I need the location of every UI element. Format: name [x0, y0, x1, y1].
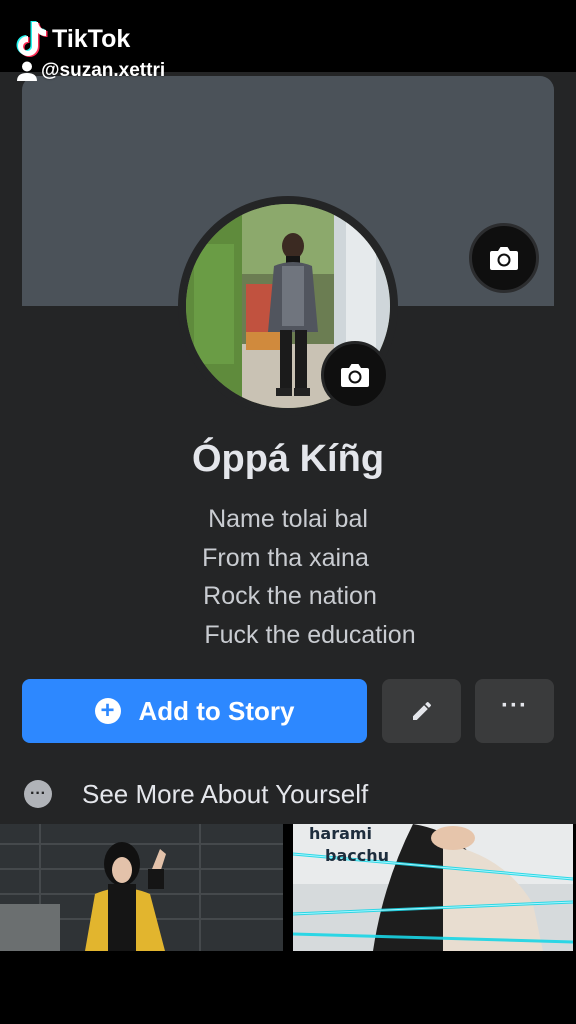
tiktok-note-icon: [16, 21, 48, 57]
featured-photo-left[interactable]: [0, 824, 283, 951]
user-icon: [17, 61, 37, 81]
photo-caption: harami: [309, 824, 373, 843]
add-to-story-label: Add to Story: [138, 695, 295, 726]
bio-line: Name tolai bal: [208, 505, 368, 533]
profile-bio: Name tolai bal From tha xaina Rock the n…: [0, 500, 576, 654]
bio-line: Rock the nation: [203, 582, 377, 610]
tiktok-watermark: TikTok: [14, 20, 130, 58]
featured-photo-image: [293, 824, 573, 951]
more-options-button[interactable]: ···: [475, 679, 554, 743]
plus-circle-icon: +: [94, 698, 121, 724]
camera-icon: [490, 247, 518, 270]
bio-line: From tha xaina: [202, 543, 369, 572]
bio-line: Fuck the education: [204, 620, 416, 649]
tiktok-username: @suzan.xettri: [41, 60, 166, 81]
more-dots-icon: ···: [501, 692, 528, 719]
tiktok-handle: @suzan.xettri: [16, 60, 165, 82]
featured-photo-right[interactable]: harami bacchu: [293, 824, 573, 951]
tiktok-wordmark: TikTok: [52, 24, 131, 53]
camera-icon: [341, 364, 369, 387]
cover-camera-button[interactable]: [469, 223, 539, 293]
edit-profile-button[interactable]: [382, 679, 461, 743]
featured-photo-image: [0, 824, 283, 951]
avatar-camera-button[interactable]: [321, 341, 389, 409]
pencil-icon: [412, 701, 431, 720]
profile-name: Óppá Kíñg: [191, 438, 385, 480]
screen: Óppá Kíñg Name tolai bal From tha xaina …: [0, 0, 576, 1024]
add-to-story-button[interactable]: + Add to Story: [22, 679, 367, 743]
see-more-about-row[interactable]: ··· See More About Yourself: [24, 776, 368, 812]
photo-caption: bacchu: [325, 846, 389, 865]
ellipsis-circle-icon: ···: [24, 780, 52, 808]
see-more-label: See More About Yourself: [82, 778, 369, 809]
